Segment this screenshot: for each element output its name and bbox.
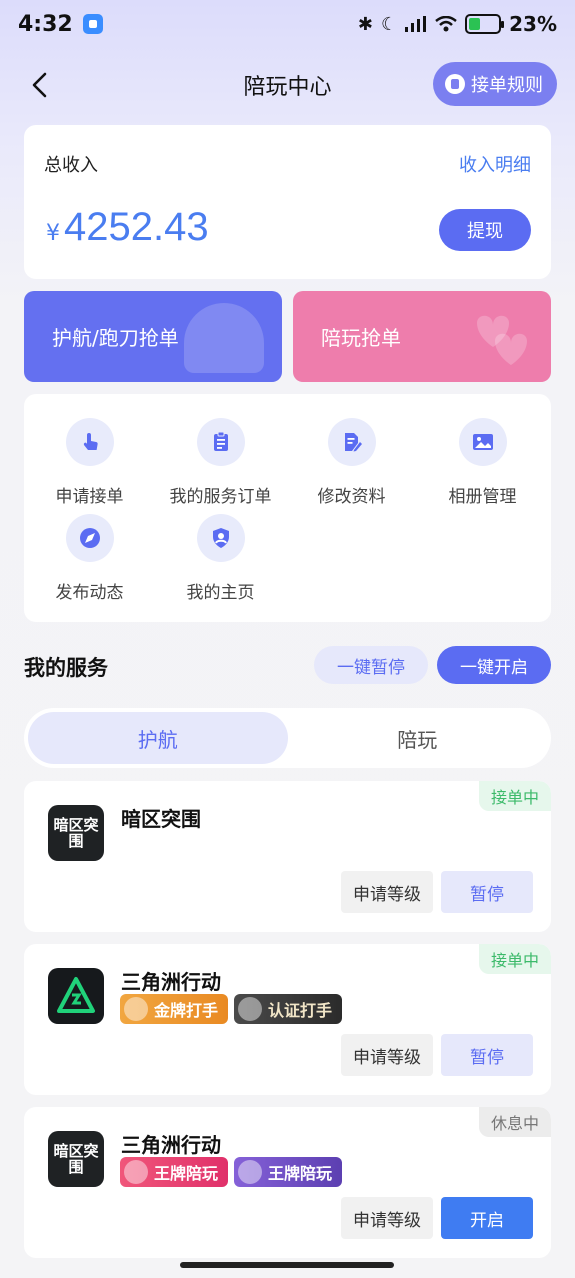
escort-grab-label: 护航/跑刀抢单 <box>52 326 179 350</box>
status-icons: ✱ ☾ 23% <box>358 12 557 36</box>
ace-companion-badge: 王牌陪玩 <box>120 1157 229 1187</box>
apply-level-button[interactable]: 申请等级 <box>341 871 433 913</box>
compass-icon <box>65 514 114 562</box>
service-card: 三角洲行动 接单中 金牌打手 认证打手 申请等级 暂停 <box>24 944 551 1095</box>
menu-item-my-homepage[interactable]: 我的主页 <box>155 514 286 604</box>
menu-label: 相册管理 <box>448 487 517 507</box>
helmet-icon <box>184 303 264 373</box>
game-name: 暗区突围 <box>121 807 201 831</box>
income-amount: ¥ 4252.43 <box>46 205 209 250</box>
status-time: 4:32 <box>18 11 73 37</box>
rules-icon <box>445 74 465 94</box>
page-title: 陪玩中心 <box>243 75 332 100</box>
escort-grab-order-card[interactable]: 护航/跑刀抢单 <box>24 291 282 382</box>
menu-item-service-orders[interactable]: 我的服务订单 <box>155 418 286 508</box>
service-card: 暗区突围 暗区突围 接单中 申请等级 暂停 <box>24 781 551 932</box>
order-rules-label: 接单规则 <box>471 75 543 96</box>
play-grab-label: 陪玩抢单 <box>321 326 401 350</box>
withdraw-button[interactable]: 提现 <box>439 209 531 251</box>
status-bar: 4:32 ✱ ☾ 23% <box>0 0 575 48</box>
battery-percent: 23% <box>509 12 557 36</box>
income-label: 总收入 <box>44 155 98 176</box>
menu-item-edit-profile[interactable]: 修改资料 <box>286 418 417 508</box>
ace-companion-badge: 王牌陪玩 <box>234 1157 343 1187</box>
status-badge: 休息中 <box>478 1107 551 1137</box>
game-name: 三角洲行动 <box>121 1133 221 1157</box>
currency-symbol: ¥ <box>46 221 60 246</box>
menu-item-album[interactable]: 相册管理 <box>417 418 548 508</box>
menu-label: 我的服务订单 <box>169 487 272 507</box>
income-amount-value: 4252.43 <box>64 205 209 249</box>
clipboard-icon <box>196 418 245 466</box>
menu-label: 发布动态 <box>55 583 124 603</box>
service-card: 暗区突围 三角洲行动 休息中 王牌陪玩 王牌陪玩 申请等级 开启 <box>24 1107 551 1258</box>
status-badge: 接单中 <box>478 781 551 811</box>
edit-document-icon <box>327 418 376 466</box>
pause-all-button[interactable]: 一键暂停 <box>314 646 428 684</box>
card-actions: 申请等级 暂停 <box>341 871 533 913</box>
open-button[interactable]: 开启 <box>441 1197 533 1239</box>
hand-pointer-icon <box>65 418 114 466</box>
apply-level-button[interactable]: 申请等级 <box>341 1197 433 1239</box>
badge-row: 王牌陪玩 王牌陪玩 <box>120 1157 343 1187</box>
certified-player-badge: 认证打手 <box>234 994 343 1024</box>
chevron-left-icon <box>32 72 47 98</box>
moon-icon: ☾ <box>380 13 398 35</box>
section-title: 我的服务 <box>24 656 108 680</box>
battery-icon <box>465 14 505 34</box>
service-tabs: 护航 陪玩 <box>24 708 551 768</box>
open-all-button[interactable]: 一键开启 <box>437 646 551 684</box>
pause-button[interactable]: 暂停 <box>441 871 533 913</box>
game-icon <box>48 968 104 1024</box>
apply-level-button[interactable]: 申请等级 <box>341 1034 433 1076</box>
game-icon: 暗区突围 <box>48 805 104 861</box>
play-grab-order-card[interactable]: 陪玩抢单 <box>293 291 551 382</box>
gold-player-badge: 金牌打手 <box>120 994 229 1024</box>
pause-button[interactable]: 暂停 <box>441 1034 533 1076</box>
menu-item-post-feed[interactable]: 发布动态 <box>24 514 155 604</box>
tab-play[interactable]: 陪玩 <box>288 712 548 764</box>
function-menu: 申请接单 我的服务订单 修改资料 相册管理 发布动态 我的主页 <box>24 394 551 622</box>
game-name: 三角洲行动 <box>121 970 221 994</box>
menu-label: 修改资料 <box>317 487 386 507</box>
user-shield-icon <box>196 514 245 562</box>
card-actions: 申请等级 开启 <box>341 1197 533 1239</box>
delta-force-icon <box>57 977 95 1013</box>
hearts-icon <box>477 315 527 365</box>
bluetooth-icon: ✱ <box>357 13 373 35</box>
back-button[interactable] <box>24 70 54 100</box>
income-card: 总收入 收入明细 ¥ 4252.43 提现 <box>24 125 551 279</box>
tab-escort[interactable]: 护航 <box>28 712 288 764</box>
home-indicator[interactable] <box>180 1262 394 1268</box>
app-notification-icon <box>82 14 103 34</box>
nav-bar: 陪玩中心 接单规则 <box>0 58 575 112</box>
menu-label: 申请接单 <box>55 487 124 507</box>
menu-label: 我的主页 <box>186 583 255 603</box>
my-services-header: 我的服务 一键暂停 一键开启 <box>24 646 551 686</box>
game-icon: 暗区突围 <box>48 1131 104 1187</box>
wifi-icon <box>435 16 457 32</box>
status-badge: 接单中 <box>478 944 551 974</box>
income-detail-link[interactable]: 收入明细 <box>459 151 531 177</box>
image-icon <box>458 418 507 466</box>
order-rules-button[interactable]: 接单规则 <box>433 62 557 106</box>
card-actions: 申请等级 暂停 <box>341 1034 533 1076</box>
menu-item-apply-order[interactable]: 申请接单 <box>24 418 155 508</box>
signal-icon <box>405 16 427 32</box>
badge-row: 金牌打手 认证打手 <box>120 994 343 1024</box>
